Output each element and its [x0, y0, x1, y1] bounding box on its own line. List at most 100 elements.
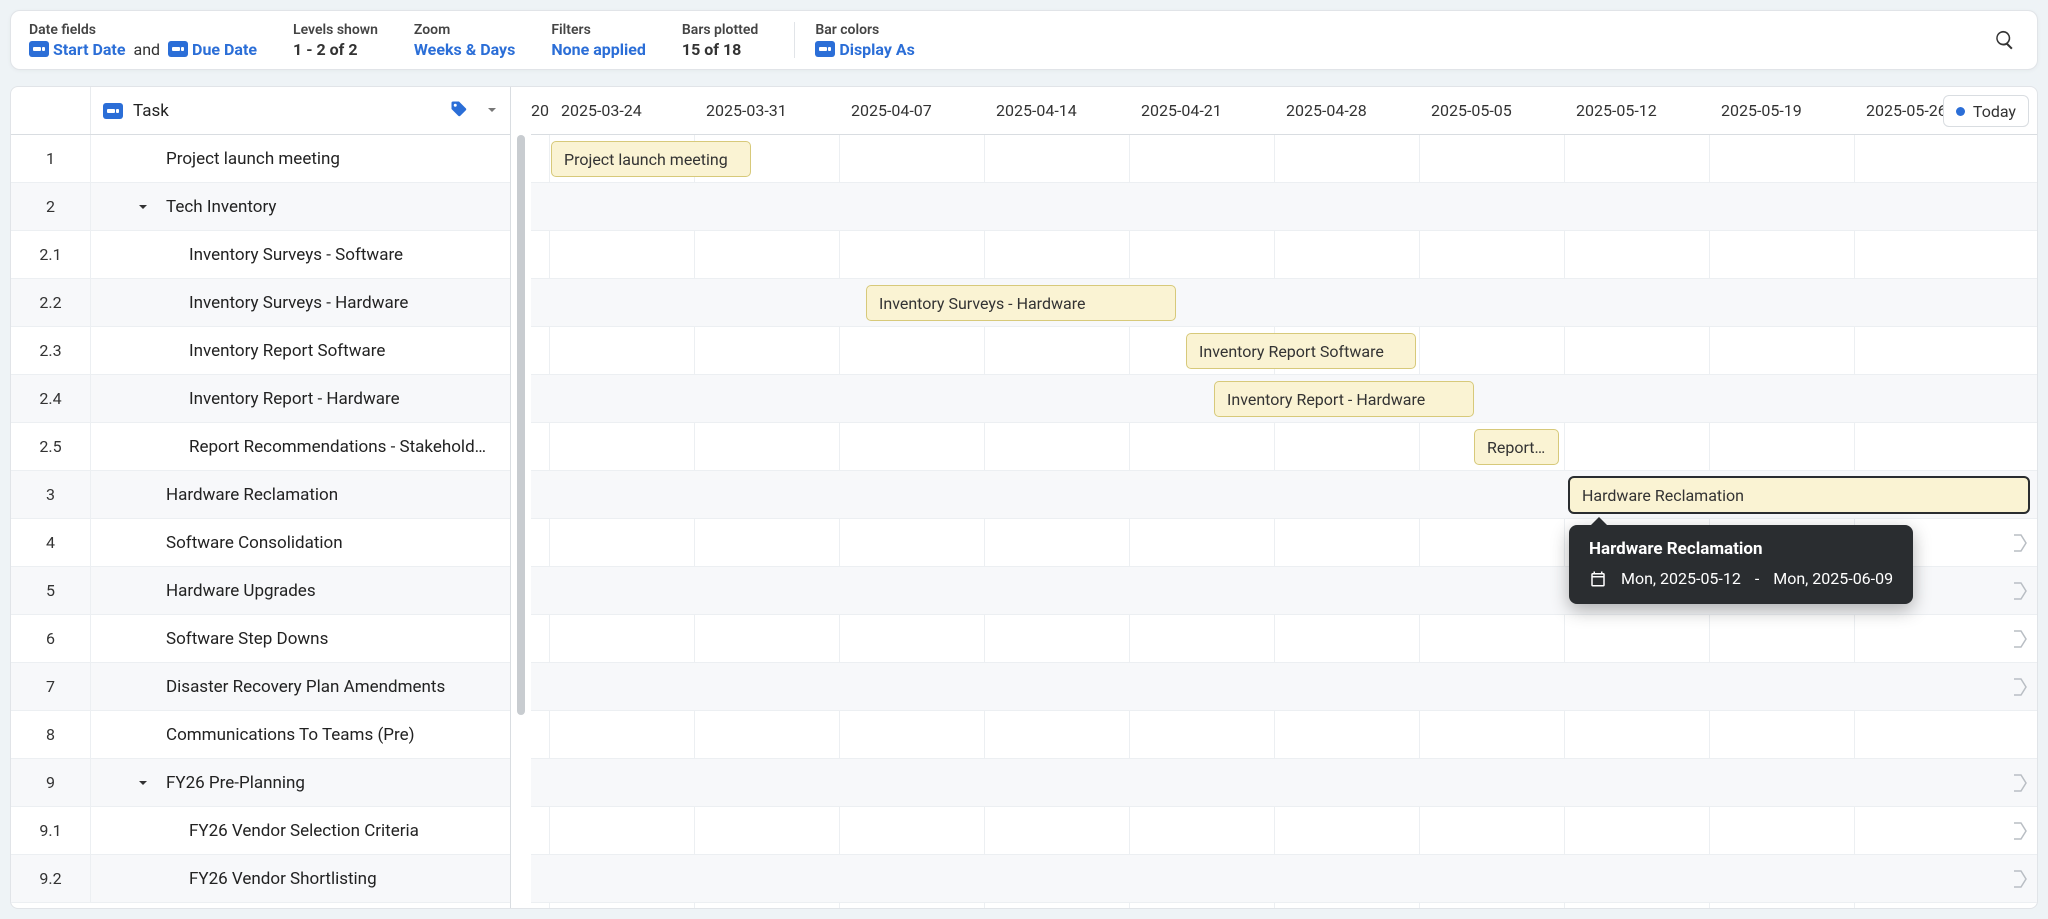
- timeline-row[interactable]: [531, 135, 2037, 183]
- timeline-tick: 2025-05-12: [1576, 87, 1657, 134]
- bar-colors-value[interactable]: Display As: [839, 40, 915, 59]
- toolbar-levels[interactable]: Levels shown 1 - 2 of 2: [293, 22, 378, 59]
- search-button[interactable]: [1991, 26, 2019, 54]
- task-row[interactable]: 6Software Step Downs: [11, 615, 510, 663]
- filters-value[interactable]: None applied: [551, 40, 646, 59]
- task-cell[interactable]: Inventory Report - Hardware: [91, 375, 510, 422]
- toolbar-date-fields[interactable]: Date fields Start Date and Due Date: [29, 22, 257, 59]
- task-row[interactable]: 2.4Inventory Report - Hardware: [11, 375, 510, 423]
- task-label: Project launch meeting: [166, 149, 340, 169]
- task-row[interactable]: 9 FY26 Pre-Planning: [11, 759, 510, 807]
- task-row[interactable]: 2.2Inventory Surveys - Hardware: [11, 279, 510, 327]
- task-cell[interactable]: Tech Inventory: [91, 183, 510, 230]
- levels-value: 1 - 2 of 2: [293, 40, 378, 59]
- task-row[interactable]: 2.1Inventory Surveys - Software: [11, 231, 510, 279]
- row-number: 2.5: [11, 423, 91, 470]
- task-row[interactable]: 9.1FY26 Vendor Selection Criteria: [11, 807, 510, 855]
- expand-caret-icon[interactable]: [136, 200, 150, 214]
- row-number: 9.1: [11, 807, 91, 854]
- row-number: 9: [11, 759, 91, 806]
- timeline-row[interactable]: [531, 807, 2037, 855]
- toolbar-bars-plotted[interactable]: Bars plotted 15 of 18: [682, 22, 758, 59]
- expand-caret-icon[interactable]: [136, 776, 150, 790]
- gantt-bar[interactable]: Inventory Surveys - Hardware: [866, 285, 1176, 321]
- start-date-field[interactable]: Start Date: [53, 40, 125, 59]
- levels-label: Levels shown: [293, 22, 378, 38]
- timeline-row[interactable]: [531, 663, 2037, 711]
- task-cell[interactable]: Communications To Teams (Pre): [91, 711, 510, 758]
- timeline-tick: 20: [531, 87, 549, 134]
- today-label: Today: [1973, 102, 2016, 121]
- task-cell[interactable]: Hardware Reclamation: [91, 471, 510, 518]
- row-number: 2: [11, 183, 91, 230]
- task-cell[interactable]: Report Recommendations - Stakehold…: [91, 423, 510, 470]
- row-number: 5: [11, 567, 91, 614]
- gantt-bar[interactable]: Project launch meeting: [551, 141, 751, 177]
- due-date-field[interactable]: Due Date: [192, 40, 257, 59]
- task-cell[interactable]: Project launch meeting: [91, 135, 510, 182]
- and-text: and: [133, 40, 160, 59]
- task-label: Tech Inventory: [166, 197, 276, 217]
- task-row[interactable]: 7Disaster Recovery Plan Amendments: [11, 663, 510, 711]
- zoom-value[interactable]: Weeks & Days: [414, 40, 515, 59]
- bar-colors-label: Bar colors: [815, 22, 915, 38]
- task-row[interactable]: 8Communications To Teams (Pre): [11, 711, 510, 759]
- gantt-bar[interactable]: Inventory Report Software: [1186, 333, 1416, 369]
- toolbar-zoom[interactable]: Zoom Weeks & Days: [414, 22, 515, 59]
- task-row[interactable]: 3Hardware Reclamation: [11, 471, 510, 519]
- task-cell[interactable]: FY26 Pre-Planning: [91, 759, 510, 806]
- task-cell[interactable]: FY26 Vendor Shortlisting: [91, 855, 510, 902]
- row-number: 3: [11, 471, 91, 518]
- task-row[interactable]: 9.2FY26 Vendor Shortlisting: [11, 855, 510, 903]
- task-cell[interactable]: Inventory Report Software: [91, 327, 510, 374]
- task-row[interactable]: 2.3 Inventory Report Software: [11, 327, 510, 375]
- today-button[interactable]: Today: [1943, 95, 2029, 127]
- timeline-row[interactable]: [531, 231, 2037, 279]
- row-number: 1: [11, 135, 91, 182]
- timeline-row[interactable]: [531, 423, 2037, 471]
- column-menu-caret[interactable]: [486, 101, 498, 120]
- row-number: 2.4: [11, 375, 91, 422]
- today-dot-icon: [1956, 107, 1965, 116]
- timeline-pane[interactable]: 202025-03-242025-03-312025-04-072025-04-…: [531, 87, 2037, 908]
- gantt-bar[interactable]: Hardware Reclamation: [1569, 477, 2029, 513]
- timeline-tick: 2025-03-31: [706, 87, 787, 134]
- timeline-row[interactable]: [531, 183, 2037, 231]
- timeline-row[interactable]: [531, 855, 2037, 903]
- row-number: 2.3: [11, 327, 91, 374]
- task-row[interactable]: 1 Project launch meeting: [11, 135, 510, 183]
- task-row[interactable]: 5Hardware Upgrades: [11, 567, 510, 615]
- task-cell[interactable]: Hardware Upgrades: [91, 567, 510, 614]
- timeline-tick: 2025-04-21: [1141, 87, 1222, 134]
- field-icon: [815, 41, 835, 57]
- task-cell[interactable]: Software Consolidation: [91, 519, 510, 566]
- toolbar-filters[interactable]: Filters None applied: [551, 22, 646, 59]
- task-label: Inventory Report Software: [189, 341, 385, 361]
- gantt-bar[interactable]: Report…: [1474, 429, 1559, 465]
- timeline-row[interactable]: [531, 615, 2037, 663]
- task-label: FY26 Vendor Shortlisting: [189, 869, 377, 889]
- task-row[interactable]: 2.5Report Recommendations - Stakehold…: [11, 423, 510, 471]
- timeline-row[interactable]: [531, 711, 2037, 759]
- task-cell[interactable]: Software Step Downs: [91, 615, 510, 662]
- timeline-tick: 2025-05-19: [1721, 87, 1802, 134]
- task-cell[interactable]: Inventory Surveys - Software: [91, 231, 510, 278]
- timeline-row[interactable]: [531, 759, 2037, 807]
- toolbar-bar-colors[interactable]: Bar colors Display As: [815, 22, 915, 59]
- task-label: Communications To Teams (Pre): [166, 725, 415, 745]
- task-column-header[interactable]: Task: [91, 87, 510, 134]
- task-header-text: Task: [133, 101, 169, 121]
- vertical-scrollbar[interactable]: [511, 135, 531, 908]
- scrollbar-thumb[interactable]: [517, 135, 525, 715]
- gantt-bar[interactable]: Inventory Report - Hardware: [1214, 381, 1474, 417]
- search-icon: [1994, 29, 2016, 51]
- task-row[interactable]: 2 Tech Inventory: [11, 183, 510, 231]
- task-row[interactable]: 4Software Consolidation: [11, 519, 510, 567]
- task-cell[interactable]: Inventory Surveys - Hardware: [91, 279, 510, 326]
- task-label: FY26 Pre-Planning: [166, 773, 305, 793]
- tag-icon[interactable]: [450, 100, 468, 122]
- task-cell[interactable]: FY26 Vendor Selection Criteria: [91, 807, 510, 854]
- timeline-row[interactable]: [531, 279, 2037, 327]
- task-cell[interactable]: Disaster Recovery Plan Amendments: [91, 663, 510, 710]
- zoom-label: Zoom: [414, 22, 515, 38]
